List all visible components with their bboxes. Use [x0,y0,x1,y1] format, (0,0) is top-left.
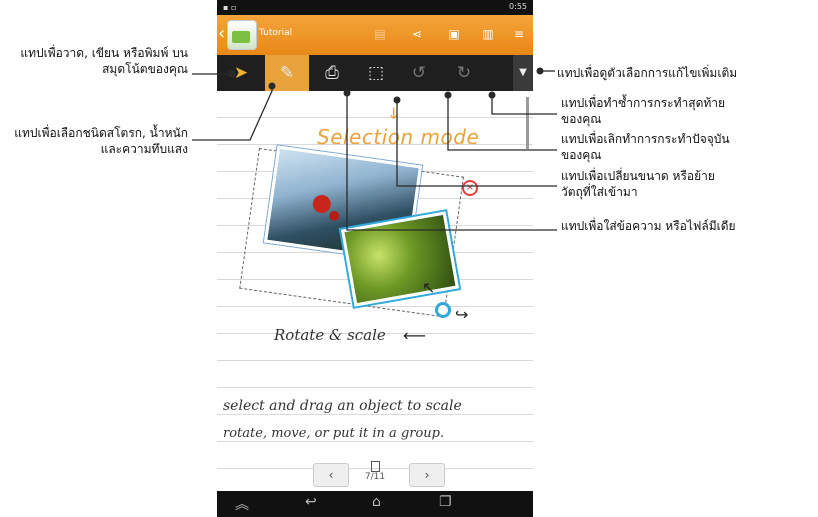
callout-lines [192,67,557,231]
